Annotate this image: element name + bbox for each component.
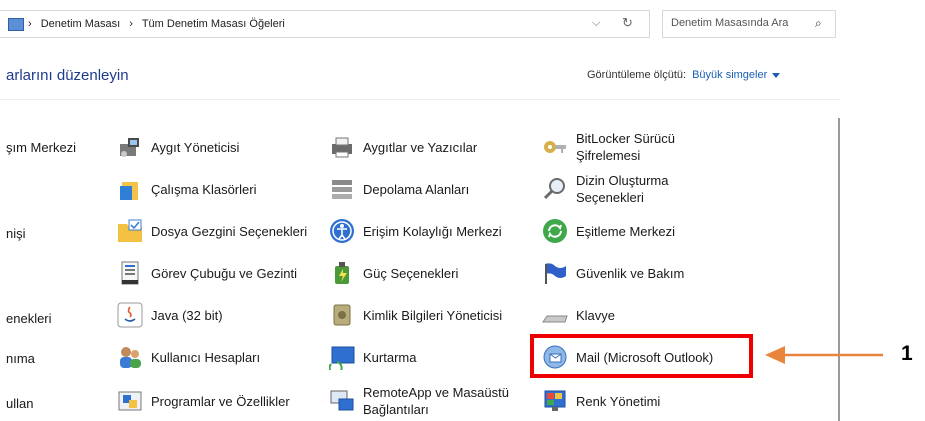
item-label: Aygıtlar ve Yazıcılar [363,140,478,155]
item-label: Dosya Gezgini Seçenekleri [151,224,308,239]
item-label: Güç Seçenekleri [363,266,459,281]
item-cut-5[interactable]: ullan [6,395,33,412]
view-by: Görüntüleme ölçütü: Büyük simgeler [587,69,781,81]
power-options-icon [335,262,349,284]
item-label: Depolama Alanları [363,182,470,197]
item-cut-3[interactable]: enekleri [6,310,52,327]
folder-options-icon [118,219,142,242]
search-box[interactable]: ⌕ [662,10,836,38]
highlight-box [530,334,753,378]
ease-of-access-icon [330,219,354,243]
remoteapp-icon [330,390,354,411]
item-label: Programlar ve Özellikler [151,394,290,409]
caret-down-icon[interactable] [772,72,781,78]
item-label: Klavye [576,308,616,323]
breadcrumb-all-items[interactable]: Tüm Denetim Masası Öğeleri [142,18,285,30]
item-label: Dizin Oluşturma Seçenekleri [576,173,669,205]
arrow-icon [765,346,883,364]
item-label: Kimlik Bilgileri Yöneticisi [363,308,503,323]
address-bar[interactable]: › Denetim Masası › Tüm Denetim Masası Öğ… [0,10,650,38]
device-manager-icon [120,138,139,157]
item-label: Java (32 bit) [151,308,223,323]
item-cut-2[interactable]: nişi [6,225,26,242]
breadcrumb: › Denetim Masası › Tüm Denetim Masası Öğ… [28,18,291,30]
annotation-number: 1 [901,342,913,365]
credential-vault-icon [333,304,351,326]
breadcrumb-separator: › [129,18,133,30]
item-label: Erişim Kolaylığı Merkezi [363,224,502,239]
item-label: Görev Çubuğu ve Gezinti [151,266,297,281]
item-label: Eşitleme Merkezi [576,224,675,239]
item-label: Aygıt Yöneticisi [151,140,240,155]
divider [0,99,840,100]
search-input[interactable] [669,16,803,30]
keyboard-icon [542,315,568,323]
java-icon [117,302,143,328]
programs-features-icon [118,391,142,411]
item-label: Kurtarma [363,350,417,365]
chevron-down-icon[interactable]: ⌵ [592,17,600,30]
sync-center-icon [543,219,567,243]
color-management-icon [544,390,566,411]
indexing-magnifier-icon [543,178,565,200]
view-by-dropdown[interactable]: Büyük simgeler [692,69,767,81]
security-flag-icon [545,263,566,284]
item-label: Güvenlik ve Bakım [576,266,685,281]
storage-spaces-icon [332,180,352,199]
page-heading: arlarını düzenleyin [6,67,129,84]
breadcrumb-separator: › [28,18,32,30]
printer-icon [332,137,352,158]
refresh-icon[interactable]: ↻ [622,15,633,31]
work-folders-icon [120,182,138,200]
item-cut-4[interactable]: nıma [6,350,35,367]
item-label: BitLocker Sürücü Şifrelemesi [576,131,675,163]
bitlocker-key-icon [544,141,566,153]
breadcrumb-control-panel[interactable]: Denetim Masası [41,18,120,30]
control-panel-icon [8,18,24,31]
item-label: Renk Yönetimi [576,394,661,409]
taskbar-icon [121,261,139,285]
item-cut-1[interactable]: şım Merkezi [6,139,76,156]
item-label: Kullanıcı Hesapları [151,350,261,365]
scrollbar[interactable] [838,118,840,421]
view-by-label: Görüntüleme ölçütü: [587,69,687,81]
user-accounts-icon [120,347,141,368]
item-label: Çalışma Klasörleri [151,182,257,197]
search-icon[interactable]: ⌕ [815,16,822,31]
item-label: RemoteApp ve Masaüstü Bağlantıları [363,385,509,417]
recovery-icon [329,346,355,370]
